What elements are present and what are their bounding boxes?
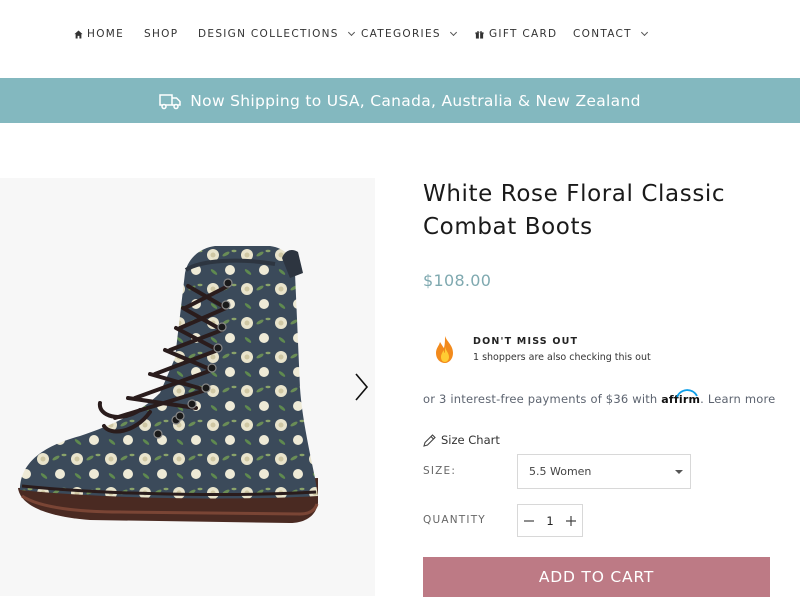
minus-icon — [524, 519, 534, 522]
main-navigation: HOME SHOP DESIGN COLLECTIONS CATEGORIES … — [0, 0, 800, 78]
affirm-arc-icon — [676, 389, 699, 398]
product-gallery — [0, 178, 375, 596]
nav-categories[interactable]: CATEGORIES — [361, 27, 457, 41]
nav-gift-card-label: GIFT CARD — [489, 28, 558, 40]
chevron-down-icon — [640, 28, 648, 36]
size-chart-link[interactable]: Size Chart — [423, 433, 500, 447]
size-label: SIZE: — [423, 465, 457, 477]
chevron-down-icon — [449, 28, 457, 36]
affirm-financing: or 3 interest-free payments of $36 with … — [423, 389, 776, 406]
affirm-learn-more-link[interactable]: Learn more — [708, 392, 776, 406]
affirm-logo: affirm — [661, 389, 700, 406]
quantity-stepper: 1 — [517, 504, 583, 537]
product-image[interactable] — [0, 178, 375, 596]
caret-down-icon — [675, 470, 683, 474]
chevron-right-icon[interactable] — [350, 372, 372, 402]
nav-contact-label: CONTACT — [573, 28, 632, 40]
shipping-banner-content: Now Shipping to USA, Canada, Australia &… — [159, 92, 640, 110]
size-select[interactable]: 5.5 Women — [517, 454, 691, 489]
add-to-cart-button[interactable]: ADD TO CART — [423, 557, 770, 597]
urgency-subtitle: 1 shoppers are also checking this out — [473, 352, 651, 363]
home-icon — [74, 29, 83, 39]
plus-icon — [566, 515, 576, 526]
quantity-input[interactable]: 1 — [540, 505, 560, 536]
nav-contact[interactable]: CONTACT — [573, 27, 648, 41]
nav-design-collections[interactable]: DESIGN COLLECTIONS — [198, 27, 355, 41]
affirm-prefix: or 3 interest-free payments of $36 with — [423, 392, 658, 406]
product-title: White Rose Floral Classic Combat Boots — [423, 181, 726, 240]
quantity-decrease-button[interactable] — [518, 505, 540, 536]
nav-design-collections-label: DESIGN COLLECTIONS — [198, 28, 339, 40]
fire-icon — [436, 336, 453, 363]
size-chart-label: Size Chart — [441, 433, 500, 447]
nav-home[interactable]: HOME — [74, 27, 124, 41]
nav-gift-card[interactable]: GIFT CARD — [475, 27, 557, 41]
nav-home-label: HOME — [87, 28, 125, 40]
size-selected-value: 5.5 Women — [529, 465, 592, 478]
quantity-label: QUANTITY — [423, 514, 486, 526]
pencil-icon — [423, 433, 436, 447]
gift-icon — [475, 30, 484, 39]
nav-shop[interactable]: SHOP — [144, 27, 178, 41]
shipping-banner-text: Now Shipping to USA, Canada, Australia &… — [190, 91, 641, 110]
truck-icon — [159, 93, 182, 109]
shipping-banner: Now Shipping to USA, Canada, Australia &… — [0, 78, 800, 123]
affirm-suffix: . — [700, 392, 704, 406]
quantity-increase-button[interactable] — [560, 505, 582, 536]
product-price: $108.00 — [423, 271, 492, 290]
nav-shop-label: SHOP — [144, 28, 179, 40]
nav-categories-label: CATEGORIES — [361, 28, 441, 40]
urgency-notice: DON'T MISS OUT 1 shoppers are also check… — [431, 333, 691, 369]
chevron-down-icon — [347, 28, 355, 36]
urgency-title: DON'T MISS OUT — [473, 336, 579, 347]
